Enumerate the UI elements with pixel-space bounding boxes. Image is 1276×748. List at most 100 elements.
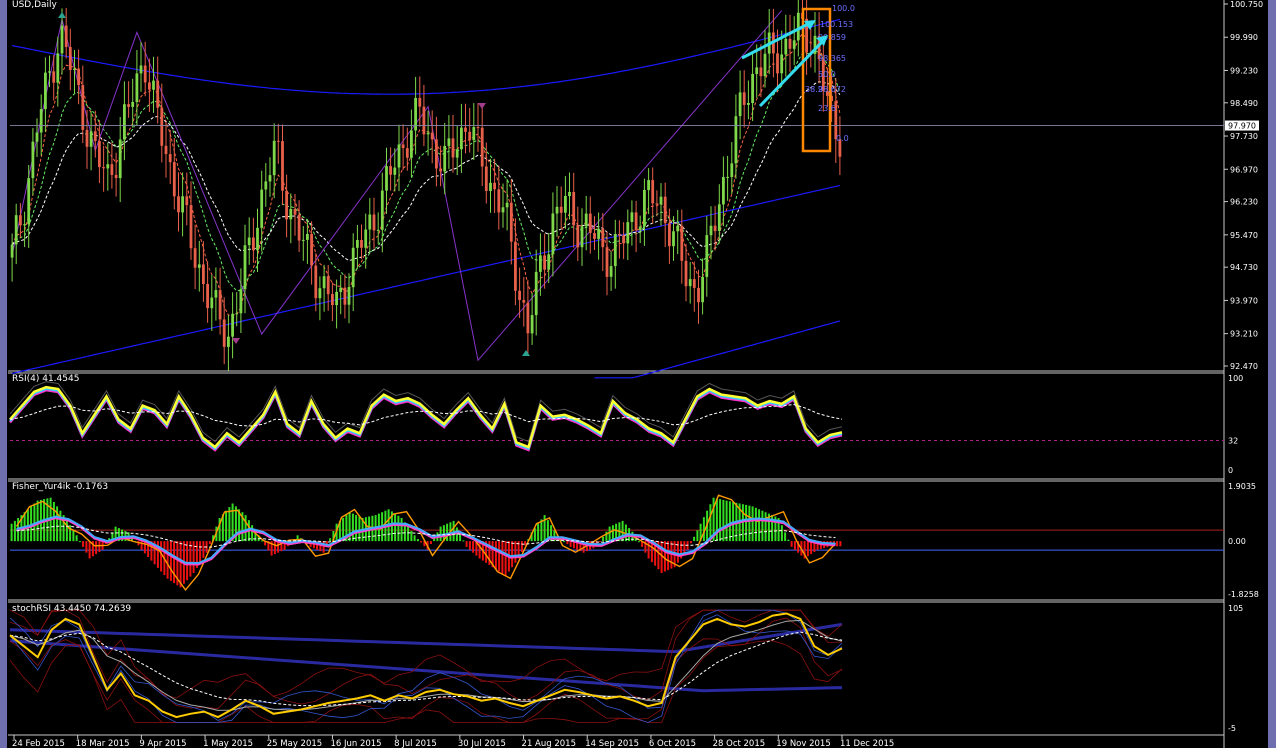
price-tick-label: 100.750 [1230,0,1263,9]
candle-body [206,284,209,309]
candle-body [609,266,613,277]
fisher-histogram-bar [689,541,692,544]
fisher-histogram-bar [524,541,527,546]
candle-body [684,260,688,287]
stoch-band-upper [9,622,843,654]
candle-body [405,148,409,158]
candle-body [260,189,264,228]
price-axis: 100.750 99.990 99.230 98.490 97.730 96.970 96.… [1224,0,1263,371]
candle-body [539,255,542,272]
candle-body [268,175,272,182]
fisher-histogram-bar [780,525,783,542]
candle-body [701,276,704,303]
candle-body [110,164,114,175]
fisher-histogram-bar [839,541,842,547]
fisher-histogram-bar [277,541,280,553]
candle-body [139,65,143,74]
candle-body [697,287,700,303]
time-tick-label: 1 May 2015 [203,739,253,748]
fisher-histogram-bar [501,541,504,574]
candle-body [143,65,147,83]
candle-body [172,162,176,197]
time-tick-label: 11 Dec 2015 [840,739,894,748]
fisher-histogram-bar [355,515,358,542]
candle-body [430,132,434,140]
candle-body [193,248,197,268]
candle-body [276,140,280,142]
candle-body [522,300,526,303]
candle-body [717,204,721,231]
candle-body [680,225,684,261]
candle-body [776,53,779,74]
candle-body [197,264,201,268]
candle-body [164,145,168,155]
candle-body [780,54,784,74]
fisher-histogram-bar [563,541,566,543]
candle-body [189,205,193,249]
candle-body [634,212,638,231]
stoch-envelope-line [9,609,843,699]
candle-body [464,127,467,132]
candle-body [39,109,43,133]
candle-body [52,71,56,83]
candle-body [613,234,617,267]
candle-body [301,239,305,241]
rsi-tick-label: 32 [1228,437,1238,446]
candle-body [326,276,330,295]
fisher-histogram-bar [186,541,189,581]
candle-body [455,149,459,158]
candle-body [293,209,297,215]
ma-lower-line [594,320,841,379]
fisher-histogram-bar [228,507,231,542]
fisher-histogram-bar [169,541,172,581]
fisher-histogram-bar [693,536,696,542]
fisher-histogram-bar [202,541,205,558]
candle-body [564,196,567,213]
candle-body [676,225,680,232]
candle-body [526,302,530,334]
candle-body [23,224,26,226]
candle-body [559,206,563,213]
fisher-histogram-bar [602,536,605,542]
candle-body [534,271,538,316]
arrow-up-icon [522,350,530,356]
fisher-histogram-bar [498,541,501,572]
fisher-histogram-bar [520,541,523,552]
candle-body [222,319,226,347]
fisher-histogram-bar [637,541,640,543]
candle-body [376,229,380,231]
candle-body [422,106,426,135]
fisher-tick-label: -1.8258 [1228,590,1259,599]
candle-body [734,116,738,164]
candle-body [218,290,222,320]
fib-level-label: 98.672 [818,85,846,94]
candle-body [214,290,218,298]
fisher-histogram-bar [709,504,712,542]
candle-body [497,189,501,213]
candle-body [351,247,355,288]
candle-body [135,73,139,102]
candle-body [792,40,796,49]
candle-body [643,190,646,227]
fisher-histogram-bar [754,507,757,542]
fisher-histogram-bar [36,500,39,542]
candle-body [647,180,650,191]
candle-body [210,297,214,309]
candle-body [281,141,284,191]
candle-body [784,38,788,55]
candle-body [318,288,322,299]
candle-body [306,234,309,240]
candle-body [102,167,105,169]
candle-body [705,235,709,277]
candle-body [626,222,630,244]
chart-canvas[interactable]: 100.0100.15399.85998.36550.038.298.67223… [0,0,1276,748]
fisher-histogram-bar [439,526,442,542]
fisher-histogram-bar [719,499,722,542]
time-tick-label: 19 Nov 2015 [776,739,830,748]
candle-body [389,166,392,175]
candle-body [451,138,455,158]
rsi-tick-label: 0 [1228,466,1233,475]
candle-body [489,182,492,191]
candle-body [622,235,625,244]
candle-body [35,132,39,142]
